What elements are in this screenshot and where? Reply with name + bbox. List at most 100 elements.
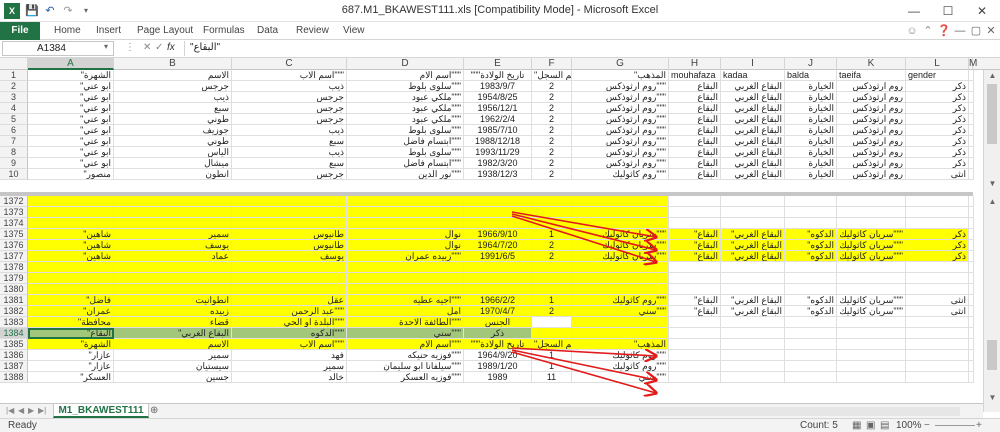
cell-e5[interactable]: 1962/2/4 xyxy=(464,114,532,125)
cell-j1378[interactable] xyxy=(785,262,837,273)
cell-m1383[interactable] xyxy=(969,317,974,328)
cell-e10[interactable]: 1938/12/3 xyxy=(464,169,532,180)
cell-g1373[interactable] xyxy=(572,207,669,218)
cell-m1378[interactable] xyxy=(969,262,974,273)
cell-m1[interactable] xyxy=(969,70,974,81)
select-all-corner[interactable] xyxy=(0,58,28,70)
cell-k1[interactable]: taeifa xyxy=(837,70,906,81)
cell-a10[interactable]: منصور" xyxy=(28,169,114,180)
cell-f6[interactable]: 2 xyxy=(532,125,572,136)
cell-j1384[interactable] xyxy=(785,328,837,339)
cell-l1379[interactable] xyxy=(906,273,969,284)
cell-f1376[interactable]: 2 xyxy=(532,240,572,251)
new-sheet-icon[interactable]: ⊕ xyxy=(150,405,158,416)
cell-a1379[interactable] xyxy=(28,273,114,284)
row-header-7[interactable]: 7 xyxy=(0,136,28,147)
cell-k1387[interactable] xyxy=(837,361,906,372)
cell-h6[interactable]: البقاع xyxy=(669,125,721,136)
cell-m3[interactable] xyxy=(969,92,974,103)
cell-j2[interactable]: الخيارة xyxy=(785,81,837,92)
cell-d1386[interactable]: """فوزيه حنيكه xyxy=(347,350,464,361)
cell-e1381[interactable]: 1966/2/2 xyxy=(464,295,532,306)
cell-g3[interactable]: """روم ارثوذكس xyxy=(572,92,669,103)
cell-h1376[interactable]: البقاع" xyxy=(669,240,721,251)
cell-m2[interactable] xyxy=(969,81,974,92)
cell-k9[interactable]: روم ارثوذكس xyxy=(837,158,906,169)
cell-c5[interactable]: جرجس xyxy=(232,114,347,125)
cell-g1385[interactable]: المذهب" xyxy=(572,339,669,350)
cell-b1387[interactable]: سيستيان xyxy=(114,361,232,372)
cell-j1382[interactable]: الدكوه" xyxy=(785,306,837,317)
column-header-h[interactable]: H xyxy=(669,58,721,70)
tab-insert[interactable]: Insert xyxy=(96,22,121,40)
cell-c8[interactable]: ذيب xyxy=(232,147,347,158)
row-header-1379[interactable]: 1379 xyxy=(0,273,28,284)
cell-a1[interactable]: الشهرة" xyxy=(28,70,114,81)
cell-b1377[interactable]: عماد xyxy=(114,251,232,262)
row-header-1382[interactable]: 1382 xyxy=(0,306,28,317)
cell-j4[interactable]: الخيارة xyxy=(785,103,837,114)
cell-d1382[interactable]: امل xyxy=(347,306,464,317)
cell-k1385[interactable] xyxy=(837,339,906,350)
cell-f1386[interactable]: 1 xyxy=(532,350,572,361)
cell-a2[interactable]: ابو عني" xyxy=(28,81,114,92)
row-header-1374[interactable]: 1374 xyxy=(0,218,28,229)
cell-h8[interactable]: البقاع xyxy=(669,147,721,158)
cell-g5[interactable]: """روم ارثوذكس xyxy=(572,114,669,125)
tab-formulas[interactable]: Formulas xyxy=(203,22,245,40)
cell-a1387[interactable]: عازار" xyxy=(28,361,114,372)
cell-a6[interactable]: ابو عني" xyxy=(28,125,114,136)
cell-d5[interactable]: """ملكي عبود xyxy=(347,114,464,125)
cell-i1388[interactable] xyxy=(721,372,785,383)
cell-d1381[interactable]: """اجيه عطيه xyxy=(347,295,464,306)
cell-l4[interactable]: ذكر xyxy=(906,103,969,114)
cell-f1381[interactable]: 1 xyxy=(532,295,572,306)
cell-f1380[interactable] xyxy=(532,284,572,295)
cell-d1[interactable]: """اسم الام xyxy=(347,70,464,81)
cell-m1373[interactable] xyxy=(969,207,974,218)
cell-b1372[interactable] xyxy=(114,196,232,207)
cell-g1380[interactable] xyxy=(572,284,669,295)
cell-e2[interactable]: 1983/9/7 xyxy=(464,81,532,92)
cell-m9[interactable] xyxy=(969,158,974,169)
next-sheet-icon[interactable]: ▶ xyxy=(28,406,34,415)
cell-a1384[interactable]: البقاع" xyxy=(28,328,114,339)
cell-h1378[interactable] xyxy=(669,262,721,273)
cell-e1386[interactable]: 1964/9/20 xyxy=(464,350,532,361)
cell-g1372[interactable] xyxy=(572,196,669,207)
cell-c6[interactable]: ذيب xyxy=(232,125,347,136)
cell-e1378[interactable] xyxy=(464,262,532,273)
cell-a5[interactable]: ابو عني" xyxy=(28,114,114,125)
row-header-5[interactable]: 5 xyxy=(0,114,28,125)
cell-m1379[interactable] xyxy=(969,273,974,284)
cell-m6[interactable] xyxy=(969,125,974,136)
row-header-1387[interactable]: 1387 xyxy=(0,361,28,372)
cell-k1388[interactable] xyxy=(837,372,906,383)
cell-c1377[interactable]: يوسف xyxy=(232,251,347,262)
cell-k1376[interactable]: """سريان كاثوليك xyxy=(837,240,906,251)
cell-d1383[interactable]: """الطائفة الاحدة xyxy=(347,317,464,328)
cell-k1384[interactable] xyxy=(837,328,906,339)
cell-m1382[interactable] xyxy=(969,306,974,317)
column-header-m[interactable]: M xyxy=(969,58,977,70)
zoom-slider[interactable] xyxy=(935,425,975,426)
row-header-10[interactable]: 10 xyxy=(0,169,28,180)
cell-j5[interactable]: الخيارة xyxy=(785,114,837,125)
cell-e1380[interactable] xyxy=(464,284,532,295)
cell-a1385[interactable]: الشهرة" xyxy=(28,339,114,350)
cell-i1378[interactable] xyxy=(721,262,785,273)
cell-e1385[interactable]: """تاريخ الولادة xyxy=(464,339,532,350)
cell-e1373[interactable] xyxy=(464,207,532,218)
cell-j1[interactable]: balda xyxy=(785,70,837,81)
cell-a1376[interactable]: شاهين" xyxy=(28,240,114,251)
cell-l1381[interactable]: انثى xyxy=(906,295,969,306)
tab-file[interactable]: File xyxy=(0,22,40,40)
column-header-g[interactable]: G xyxy=(572,58,669,70)
cell-h1373[interactable] xyxy=(669,207,721,218)
cell-c1374[interactable] xyxy=(232,218,347,229)
cell-b1376[interactable]: يوسف xyxy=(114,240,232,251)
cell-m1381[interactable] xyxy=(969,295,974,306)
row-header-1386[interactable]: 1386 xyxy=(0,350,28,361)
cell-e1388[interactable]: 1989 xyxy=(464,372,532,383)
cell-l5[interactable]: ذكر xyxy=(906,114,969,125)
